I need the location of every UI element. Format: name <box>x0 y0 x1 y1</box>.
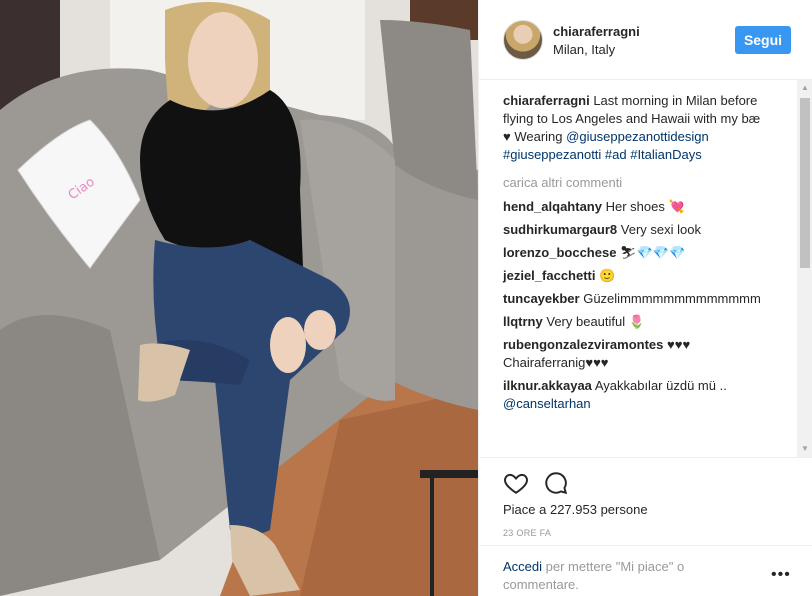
caption-username[interactable]: chiaraferragni <box>503 93 590 108</box>
comment-username[interactable]: jeziel_facchetti <box>503 268 596 283</box>
comment-icon[interactable] <box>543 470 569 496</box>
more-options-icon[interactable]: ••• <box>771 566 791 584</box>
comment-username[interactable]: ilknur.akkayaa <box>503 378 592 393</box>
post-timestamp: 23 ORE FA <box>503 528 552 538</box>
comment-item: hend_alqahtany Her shoes 💘 <box>503 198 775 216</box>
header-location[interactable]: Milan, Italy <box>553 42 615 57</box>
comments-list: chiaraferragni Last morning in Milan bef… <box>479 80 799 457</box>
comment-username[interactable]: lorenzo_bocchese <box>503 245 616 260</box>
post-actions: Piace a 227.953 persone 23 ORE FA <box>479 457 812 545</box>
post-header: chiaraferragni Milan, Italy Segui <box>479 0 812 80</box>
comment-item: rubengonzalezviramontes ♥♥♥ Chairaferran… <box>503 336 775 372</box>
photo-illustration: Ciao <box>0 0 478 596</box>
comments-scrollbar[interactable]: ▲ ▼ <box>797 80 812 457</box>
login-link[interactable]: Accedi <box>503 559 542 574</box>
instagram-post-modal: Ciao chiaraferragni Milan, Italy Segui c… <box>0 0 812 596</box>
heart-icon[interactable] <box>503 470 529 496</box>
comment-item: lorenzo_bocchese ⛷💎💎💎 <box>503 244 775 262</box>
login-prompt: Accedi per mettere "Mi piace" o commenta… <box>503 558 733 594</box>
scroll-up-arrow-icon[interactable]: ▲ <box>797 80 812 96</box>
comment-mention[interactable]: @canseltarhan <box>503 396 591 411</box>
header-username[interactable]: chiaraferragni <box>553 24 640 39</box>
comment-item: tuncayekber Güzelimmmmmmmmmmmmm <box>503 290 775 308</box>
comment-text: Very sexi look <box>620 222 701 237</box>
load-more-comments-link[interactable]: carica altri commenti <box>503 174 799 192</box>
comment-username[interactable]: llqtrny <box>503 314 543 329</box>
add-comment-section: Accedi per mettere "Mi piace" o commenta… <box>479 545 812 596</box>
avatar[interactable] <box>503 20 543 60</box>
comment-text: Her shoes 💘 <box>605 199 685 214</box>
post-photo[interactable]: Ciao <box>0 0 478 596</box>
comment-username[interactable]: rubengonzalezviramontes <box>503 337 663 352</box>
post-caption: chiaraferragni Last morning in Milan bef… <box>503 92 771 164</box>
comment-item: sudhirkumargaur8 Very sexi look <box>503 221 775 239</box>
comment-text: 🙂 <box>599 268 616 283</box>
comment-username[interactable]: tuncayekber <box>503 291 580 306</box>
comment-text: Ayakkabılar üzdü mü .. <box>594 378 727 393</box>
comment-username[interactable]: sudhirkumargaur8 <box>503 222 617 237</box>
scrollbar-thumb[interactable] <box>800 98 810 268</box>
follow-button[interactable]: Segui <box>735 26 791 54</box>
comment-text: Güzelimmmmmmmmmmmmm <box>583 291 761 306</box>
likes-count[interactable]: Piace a 227.953 persone <box>503 502 648 517</box>
comment-text: ⛷💎💎💎 <box>620 245 686 260</box>
comment-text: Very beautiful 🌷 <box>546 314 645 329</box>
comment-username[interactable]: hend_alqahtany <box>503 199 602 214</box>
scroll-down-arrow-icon[interactable]: ▼ <box>797 441 812 457</box>
comment-item: jeziel_facchetti 🙂 <box>503 267 775 285</box>
comment-item: llqtrny Very beautiful 🌷 <box>503 313 775 331</box>
post-details-panel: chiaraferragni Milan, Italy Segui chiara… <box>478 0 812 596</box>
comment-item: ilknur.akkayaa Ayakkabılar üzdü mü .. @c… <box>503 377 775 413</box>
